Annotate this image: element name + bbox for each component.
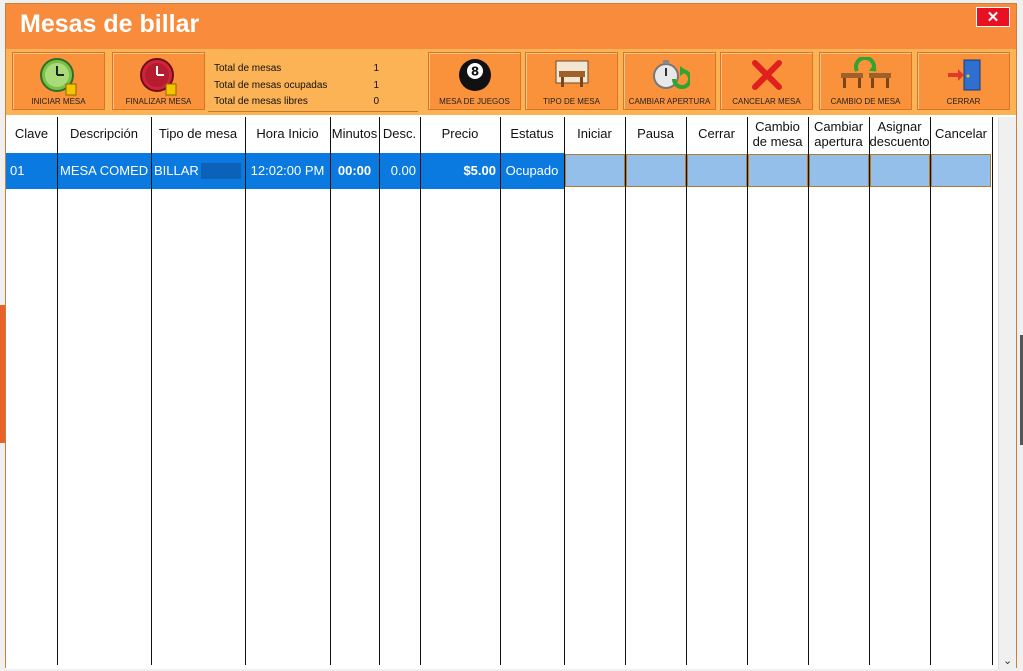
tipo-mesa-value: BILLAR: [154, 163, 199, 178]
cell-clave[interactable]: 01: [6, 153, 57, 189]
col-header-estatus[interactable]: Estatus: [500, 117, 564, 151]
cancelar-mesa-button[interactable]: CANCELAR MESA: [720, 52, 813, 110]
stopwatch-refresh-icon: [652, 60, 690, 89]
col-header-cerrar[interactable]: Cerrar: [686, 117, 747, 151]
col-header-clave[interactable]: Clave: [6, 117, 57, 151]
eight-ball-icon: 8: [458, 59, 491, 91]
action-iniciar-cell[interactable]: [565, 154, 625, 187]
cell-estatus[interactable]: Ocupado: [500, 153, 564, 189]
stat-value: 0: [373, 96, 379, 107]
action-cancelar-cell[interactable]: [931, 154, 991, 187]
grid-line: [625, 117, 626, 665]
grid-line: [245, 117, 246, 665]
grid-line: [420, 117, 421, 665]
tables-grid: Clave Descripción Tipo de mesa Hora Inic…: [6, 117, 1016, 669]
col-header-minutos[interactable]: Minutos: [330, 117, 379, 151]
grid-line: [869, 117, 870, 665]
cambio-de-mesa-button[interactable]: CAMBIO DE MESA: [819, 52, 912, 110]
clock-green-icon: [39, 58, 76, 96]
col-header-pausa[interactable]: Pausa: [625, 117, 686, 151]
tipo-de-mesa-button[interactable]: TIPO DE MESA: [525, 52, 618, 110]
cambio-de-mesa-label: CAMBIO DE MESA: [830, 97, 901, 106]
grid-line: [808, 117, 809, 665]
stat-value: 1: [373, 63, 379, 74]
grid-line: [151, 117, 152, 665]
cell-precio[interactable]: $5.00: [420, 153, 500, 189]
col-header-hora-inicio[interactable]: Hora Inicio: [245, 117, 330, 151]
grid-line: [500, 117, 501, 665]
grid-line: [330, 117, 331, 665]
svg-text:8: 8: [470, 65, 478, 79]
cancelar-mesa-label: CANCELAR MESA: [732, 97, 801, 106]
cerrar-button[interactable]: CERRAR: [917, 52, 1010, 110]
mesas-window: Mesas de billar ✕ INICIAR MESA FINALIZAR…: [5, 3, 1017, 669]
close-button[interactable]: ✕: [976, 7, 1010, 27]
action-asignar-descuento-cell[interactable]: [870, 154, 930, 187]
cell-tipo-mesa[interactable]: BILLAR: [151, 153, 245, 189]
clock-red-icon: [139, 58, 176, 96]
tipo-de-mesa-label: TIPO DE MESA: [543, 97, 600, 106]
stat-value: 1: [373, 79, 379, 91]
grid-line: [686, 117, 687, 665]
tipo-mesa-dropdown[interactable]: [201, 163, 241, 179]
window-title: Mesas de billar: [20, 10, 200, 38]
cell-hora-inicio[interactable]: 12:02:00 PM: [245, 153, 330, 189]
stat-label: Total de mesas ocupadas: [214, 79, 328, 91]
finalizar-mesa-label: FINALIZAR MESA: [125, 97, 192, 106]
col-header-descripcion[interactable]: Descripción: [57, 117, 151, 151]
stat-label: Total de mesas libres: [214, 96, 308, 107]
col-header-precio[interactable]: Precio: [420, 117, 500, 151]
cerrar-label: CERRAR: [946, 97, 981, 106]
finalizar-mesa-button[interactable]: FINALIZAR MESA: [112, 52, 205, 110]
stats-divider: [208, 111, 418, 112]
exit-door-icon: [947, 59, 980, 91]
col-header-desc[interactable]: Desc.: [379, 117, 420, 151]
stat-mesas-ocupadas: Total de mesas ocupadas 1: [214, 80, 419, 97]
action-pausa-cell[interactable]: [626, 154, 686, 187]
table-icon: [555, 60, 588, 87]
action-cerrar-cell[interactable]: [687, 154, 747, 187]
tables-swap-icon: [840, 57, 891, 88]
vertical-scrollbar[interactable]: ⌄: [998, 117, 1016, 669]
col-header-cambiar-apertura[interactable]: Cambiar apertura: [808, 117, 869, 151]
col-header-iniciar[interactable]: Iniciar: [564, 117, 625, 151]
stat-label: Total de mesas: [214, 63, 282, 74]
cell-minutos[interactable]: 00:00: [330, 153, 379, 189]
toolbar: INICIAR MESA FINALIZAR MESA Total de mes…: [6, 49, 1016, 115]
action-cambio-mesa-cell[interactable]: [748, 154, 808, 187]
cell-descripcion[interactable]: MESA COMED: [57, 153, 151, 189]
col-header-asignar-descuento[interactable]: Asignar descuento: [869, 117, 930, 151]
cambiar-apertura-button[interactable]: CAMBIAR APERTURA: [623, 52, 716, 110]
table-row[interactable]: 01 MESA COMED BILLAR 12:02:00 PM 00:00 0…: [6, 153, 991, 189]
red-x-icon: [751, 60, 782, 90]
title-bar: Mesas de billar ✕: [6, 4, 1016, 49]
iniciar-mesa-button[interactable]: INICIAR MESA: [12, 52, 105, 110]
grid-line: [57, 117, 58, 665]
grid-line: [747, 117, 748, 665]
col-header-cancelar[interactable]: Cancelar: [930, 117, 992, 151]
stat-total-mesas: Total de mesas 1: [214, 63, 419, 80]
grid-line: [379, 117, 380, 665]
grid-line: [564, 117, 565, 665]
col-header-tipo-mesa[interactable]: Tipo de mesa: [151, 117, 245, 151]
stats-panel: Total de mesas 1 Total de mesas ocupadas…: [214, 63, 419, 113]
mesa-de-juegos-label: MESA DE JUEGOS: [439, 97, 510, 106]
scroll-down-icon[interactable]: ⌄: [1003, 654, 1012, 667]
grid-line: [992, 117, 993, 665]
grid-line: [930, 117, 931, 665]
iniciar-mesa-label: INICIAR MESA: [31, 97, 86, 106]
mesa-de-juegos-button[interactable]: 8 MESA DE JUEGOS: [428, 52, 521, 110]
col-header-cambio-mesa[interactable]: Cambio de mesa: [747, 117, 808, 151]
action-cambiar-apertura-cell[interactable]: [809, 154, 869, 187]
cell-desc[interactable]: 0.00: [379, 153, 420, 189]
cambiar-apertura-label: CAMBIAR APERTURA: [628, 97, 711, 106]
